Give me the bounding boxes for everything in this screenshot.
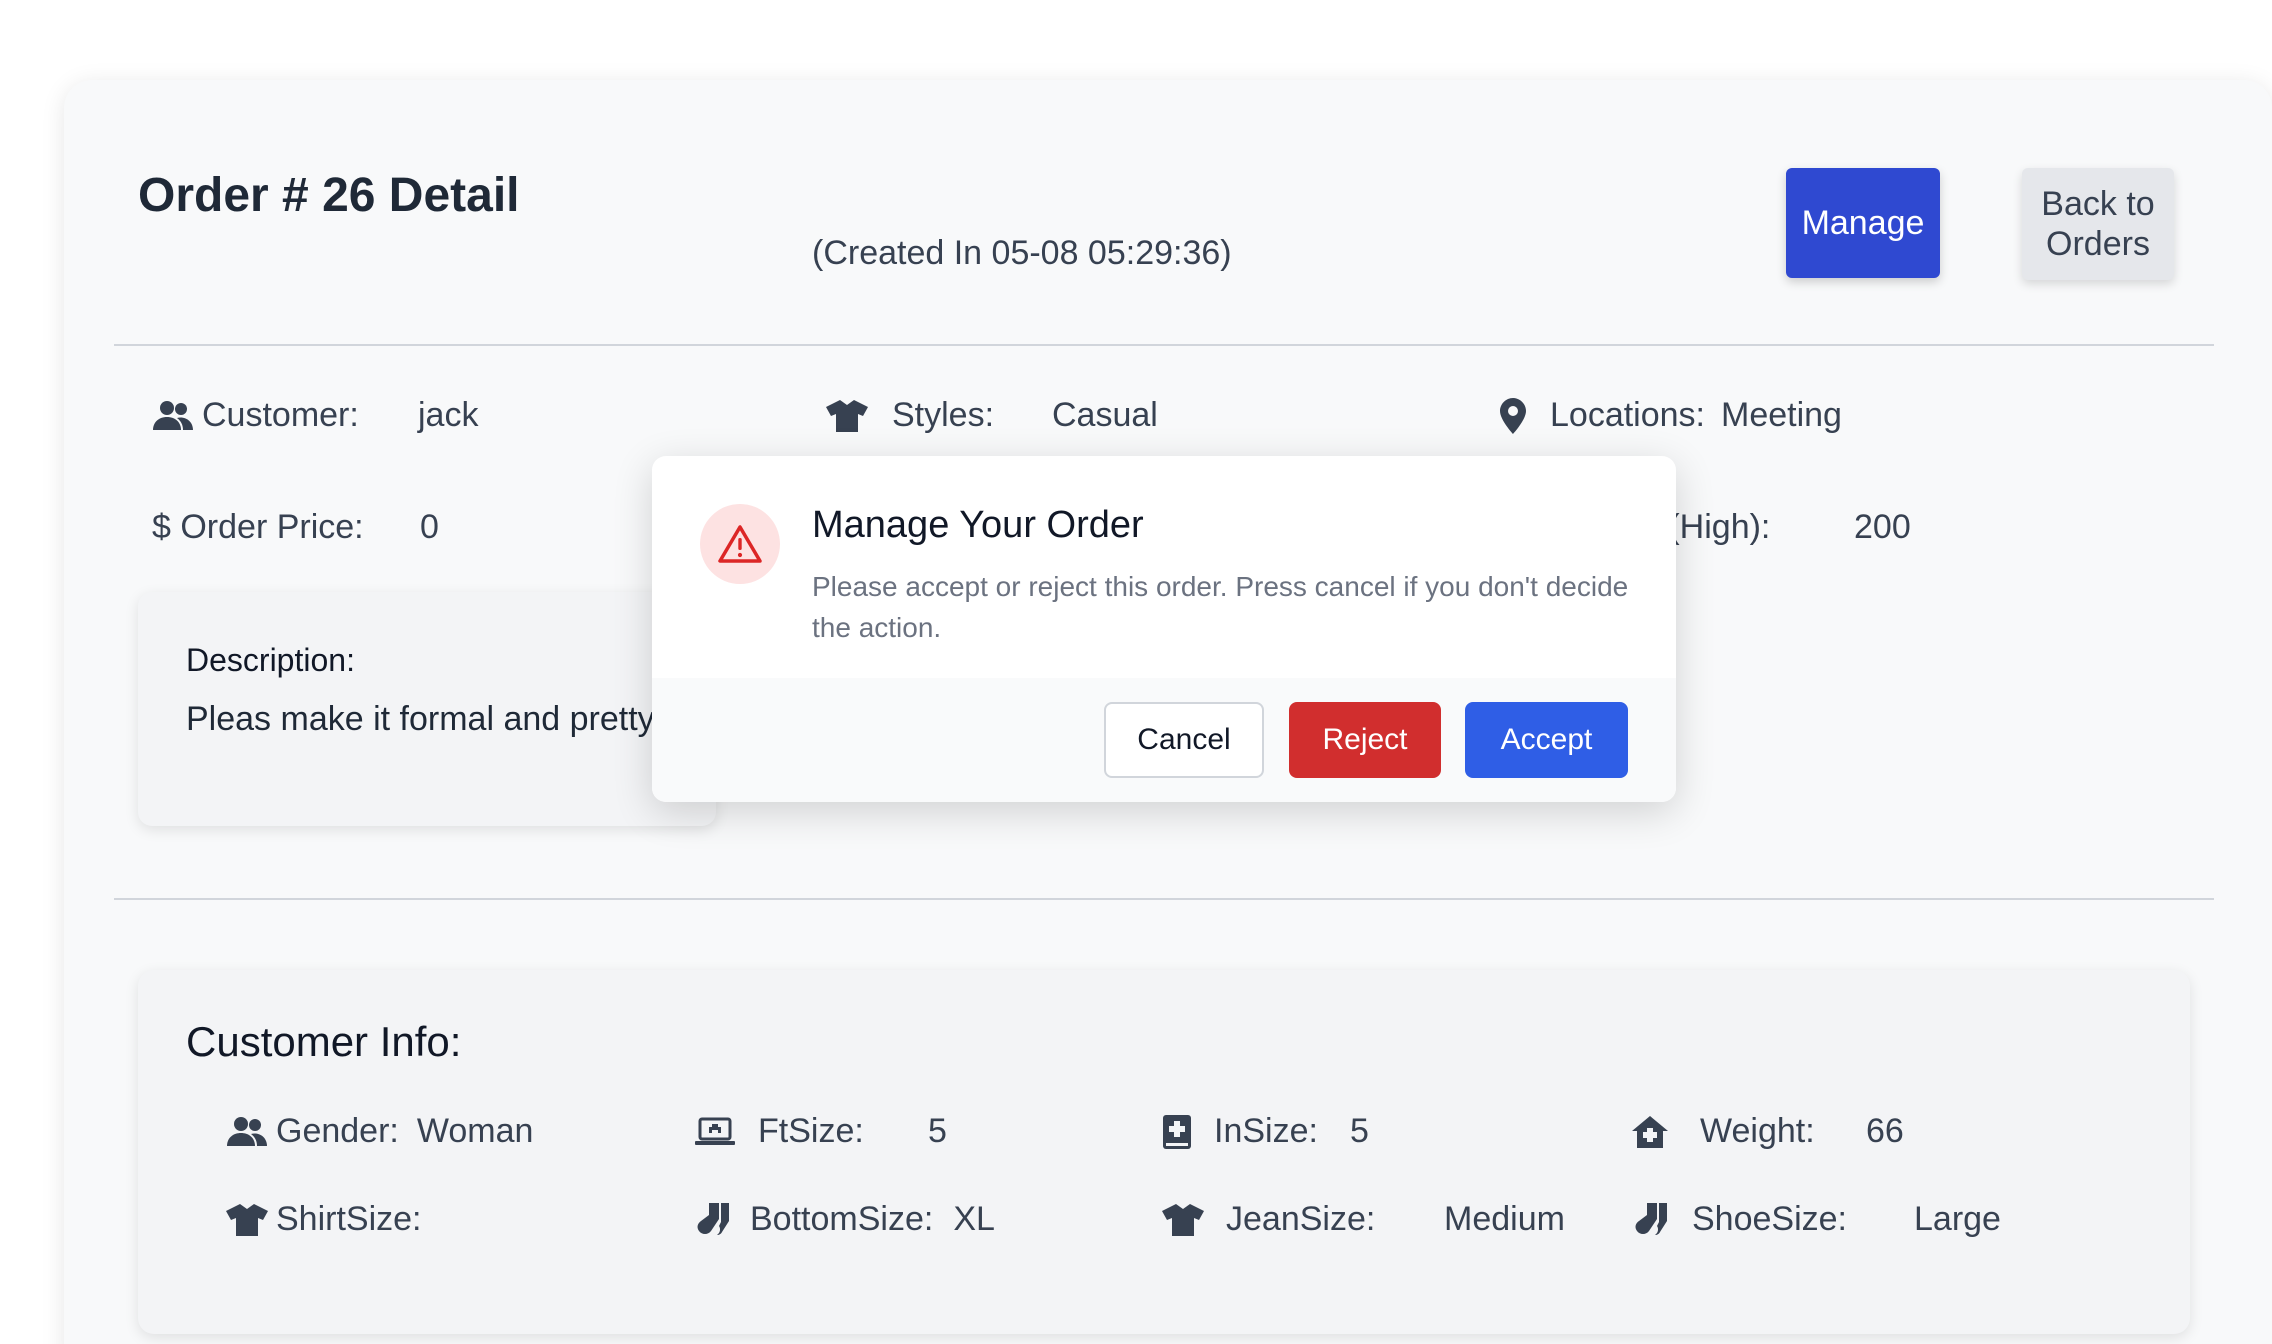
users-icon — [152, 400, 194, 432]
locations-field: Locations: Meeting — [1498, 396, 1842, 435]
weight-value: 66 — [1866, 1112, 1904, 1150]
styles-label: Styles: — [892, 396, 995, 434]
order-price-value: 0 — [420, 508, 439, 546]
price-high-value: 200 — [1854, 508, 1911, 546]
ftsize-field: FtSize: 5 — [694, 1112, 947, 1151]
insize-label: InSize: — [1214, 1112, 1318, 1150]
description-label: Description: — [186, 642, 355, 678]
socks-icon — [694, 1202, 730, 1237]
locations-value: Meeting — [1721, 396, 1842, 434]
modal-body-text: Please accept or reject this order. Pres… — [812, 571, 1629, 643]
page-title: Order # 26 Detail — [138, 169, 520, 222]
jeansize-label: JeanSize: — [1226, 1200, 1376, 1238]
shirt-icon — [226, 1203, 268, 1236]
customer-value: jack — [418, 396, 479, 434]
customer-label: Customer: — [202, 396, 359, 434]
laptop-medical-icon — [694, 1117, 736, 1147]
insize-field: InSize: 5 — [1162, 1112, 1369, 1151]
ftsize-value: 5 — [928, 1112, 947, 1150]
shoesize-field: ShoeSize: Large — [1632, 1200, 2001, 1239]
gender-field: Gender: Woman — [226, 1112, 533, 1151]
insize-value: 5 — [1350, 1112, 1369, 1150]
ftsize-label: FtSize: — [758, 1112, 864, 1150]
divider — [114, 344, 2214, 346]
gender-label: Gender: — [276, 1112, 399, 1150]
order-price-field: $ Order Price: 0 — [152, 508, 439, 547]
cancel-button[interactable]: Cancel — [1104, 702, 1264, 778]
modal-title: Manage Your Order — [812, 504, 1144, 546]
shoesize-label: ShoeSize: — [1692, 1200, 1847, 1238]
weight-label: Weight: — [1700, 1112, 1815, 1150]
customer-field: Customer: jack — [152, 396, 478, 435]
order-price-label-text: Order Price: — [180, 508, 364, 546]
customer-info-title: Customer Info: — [186, 1018, 462, 1065]
created-timestamp: (Created In 05-08 05:29:36) — [812, 234, 1232, 272]
order-price-label: $ Order Price: — [152, 508, 420, 547]
dollar-icon: $ — [152, 508, 181, 546]
shirt-icon — [1162, 1203, 1204, 1236]
gender-value: Woman — [416, 1112, 534, 1150]
description-text: Pleas make it formal and pretty — [186, 700, 655, 738]
shoesize-value: Large — [1914, 1200, 2001, 1238]
shirtsize-field: ShirtSize: — [226, 1200, 440, 1239]
shirt-icon — [826, 399, 868, 432]
weight-field: Weight: 66 — [1632, 1112, 1904, 1151]
warning-icon — [718, 524, 762, 564]
page: Order # 26 Detail (Created In 05-08 05:2… — [0, 0, 2272, 1344]
socks-icon — [1632, 1202, 1668, 1237]
manage-order-modal: Manage Your Order Please accept or rejec… — [652, 456, 1676, 802]
users-icon — [226, 1116, 268, 1148]
jeansize-value: Medium — [1444, 1200, 1565, 1238]
divider — [114, 898, 2214, 900]
book-medical-icon — [1162, 1114, 1192, 1149]
reject-button[interactable]: Reject — [1289, 702, 1441, 778]
bottomsize-field: BottomSize: XL — [694, 1200, 995, 1239]
warning-icon-circle — [700, 504, 780, 584]
accept-button[interactable]: Accept — [1465, 702, 1628, 778]
jeansize-field: JeanSize: Medium — [1162, 1200, 1565, 1239]
locations-label: Locations: — [1550, 396, 1705, 434]
styles-value: Casual — [1052, 396, 1158, 434]
back-to-orders-button[interactable]: Back to Orders — [2022, 168, 2174, 280]
shirtsize-label: ShirtSize: — [276, 1200, 422, 1238]
location-pin-icon — [1498, 397, 1528, 434]
styles-field: Styles: Casual — [826, 396, 1158, 435]
bottomsize-value: XL — [953, 1200, 995, 1238]
price-high-field: e (High): 200 — [1640, 508, 1911, 547]
house-medical-icon — [1632, 1115, 1668, 1148]
manage-button[interactable]: Manage — [1786, 168, 1940, 278]
bottomsize-label: BottomSize: — [750, 1200, 934, 1238]
